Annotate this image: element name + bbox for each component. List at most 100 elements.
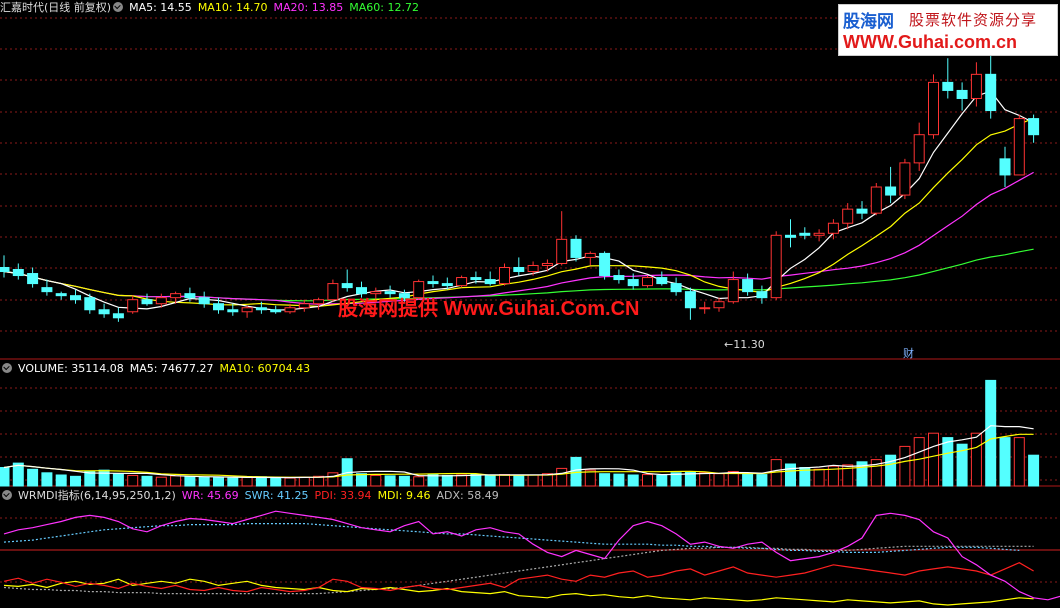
candle-body bbox=[584, 252, 596, 258]
candle-body bbox=[227, 309, 239, 313]
volume-bar bbox=[713, 473, 725, 487]
volume-bar bbox=[70, 475, 81, 487]
volume-bar bbox=[370, 474, 382, 487]
volume-bar bbox=[899, 445, 911, 487]
settings-toggle-icon[interactable] bbox=[113, 2, 124, 12]
volume-bar bbox=[384, 475, 396, 487]
volume-bar bbox=[255, 476, 267, 487]
pdi-line bbox=[3, 562, 1034, 593]
candle-body bbox=[499, 266, 510, 285]
volume-bar bbox=[0, 467, 10, 487]
volume-bar bbox=[470, 473, 482, 487]
candle-body bbox=[799, 232, 811, 236]
volume-bar bbox=[699, 472, 711, 487]
volume-bar bbox=[885, 454, 897, 487]
candle-body bbox=[756, 291, 768, 299]
volume-bar bbox=[55, 474, 67, 487]
volume-bar bbox=[985, 379, 997, 487]
volume-bar bbox=[756, 474, 768, 487]
volume-bar bbox=[527, 474, 539, 487]
volume-bar bbox=[456, 474, 468, 487]
candle-body bbox=[141, 299, 153, 305]
candle-body bbox=[513, 266, 525, 273]
candle-body bbox=[928, 81, 939, 136]
candle-body bbox=[298, 303, 310, 309]
volume-bar bbox=[270, 477, 282, 487]
volume-bar bbox=[327, 472, 339, 487]
candle-body bbox=[55, 293, 67, 297]
wr-line bbox=[3, 510, 1060, 601]
candle-body bbox=[913, 134, 925, 164]
candle-body bbox=[856, 208, 868, 214]
candle-body bbox=[827, 222, 839, 234]
settings-toggle-icon[interactable] bbox=[2, 490, 12, 500]
volume-bar bbox=[599, 473, 611, 487]
candle-body bbox=[12, 269, 24, 277]
volume-bar bbox=[12, 462, 24, 487]
candle-body bbox=[699, 307, 711, 310]
volume-bar bbox=[356, 473, 367, 487]
volume-bar bbox=[556, 467, 568, 487]
candle-body bbox=[813, 232, 825, 236]
candle-body bbox=[484, 279, 496, 285]
main-chart-title: 汇嘉时代(日线 前复权) bbox=[0, 1, 112, 14]
volume-bar bbox=[398, 475, 410, 487]
volume-bar bbox=[155, 476, 167, 487]
candle-body bbox=[870, 186, 882, 214]
candle-body bbox=[427, 281, 439, 285]
volume-bar bbox=[499, 474, 510, 487]
volume-legend-item: VOLUME: 35114.08 bbox=[18, 362, 124, 375]
watermark: 股海网提供 Www.Guhai.Com.CN bbox=[338, 298, 640, 320]
indicator-legend-item: SWR: 41.25 bbox=[244, 489, 309, 502]
main-legend: 汇嘉时代(日线 前复权) MA5: 14.55 MA10: 14.70 MA20: 1… bbox=[0, 1, 431, 15]
candle-body bbox=[999, 158, 1011, 176]
candle-body bbox=[456, 277, 468, 287]
candle-body bbox=[742, 279, 754, 293]
volume-legend-item: MA5: 74677.27 bbox=[129, 362, 214, 375]
volume-bar bbox=[241, 476, 253, 487]
candle-body bbox=[541, 262, 553, 266]
volume-bar bbox=[141, 475, 153, 487]
logo-slogan: 股票软件资源分享 bbox=[909, 11, 1038, 29]
indicator-legend-item: WR: 45.69 bbox=[181, 489, 239, 502]
candle-body bbox=[70, 295, 81, 301]
candle-body bbox=[184, 293, 196, 299]
settings-toggle-icon[interactable] bbox=[2, 363, 12, 373]
volume-bar bbox=[184, 476, 196, 487]
candle-body bbox=[1028, 118, 1040, 136]
volume-bar bbox=[1013, 437, 1025, 487]
candle-body bbox=[942, 81, 954, 91]
candle-body bbox=[684, 291, 696, 309]
candle-body bbox=[270, 309, 282, 313]
volume-bar bbox=[413, 476, 425, 487]
candle-body bbox=[213, 303, 224, 311]
candle-body bbox=[441, 283, 453, 287]
candle-body bbox=[255, 307, 267, 311]
volume-bar bbox=[27, 468, 39, 487]
candle-body bbox=[527, 264, 539, 273]
candle-body bbox=[112, 313, 124, 319]
candle-body bbox=[970, 73, 982, 99]
volume-bar bbox=[170, 475, 182, 487]
volume-bar bbox=[1028, 454, 1040, 487]
candle-body bbox=[0, 266, 10, 273]
event-marker: 财 bbox=[903, 347, 914, 360]
volume-bar bbox=[813, 468, 825, 487]
volume-bar bbox=[98, 469, 110, 487]
volume-bar bbox=[970, 432, 982, 487]
candle-body bbox=[899, 162, 911, 196]
candle-body bbox=[599, 252, 611, 277]
volume-bar bbox=[627, 474, 639, 487]
volume-bar bbox=[441, 474, 453, 487]
indicator-legend: WRMDI指标(6,14,95,250,1,2) WR: 45.69 SWR: 41… bbox=[0, 489, 511, 503]
main-legend-item: MA10: 14.70 bbox=[197, 1, 268, 14]
volume-bar bbox=[928, 432, 939, 487]
site-logo: 股海网 股票软件资源分享 WWW.Guhai.com.cn bbox=[838, 4, 1058, 56]
volume-bar bbox=[999, 437, 1011, 487]
indicator-lines bbox=[3, 510, 1060, 606]
indicator-legend-item: ADX: 58.49 bbox=[436, 489, 499, 502]
candle-body bbox=[956, 89, 968, 99]
candle-body bbox=[985, 73, 997, 112]
volume-bar bbox=[742, 472, 754, 487]
candle-body bbox=[155, 297, 167, 305]
